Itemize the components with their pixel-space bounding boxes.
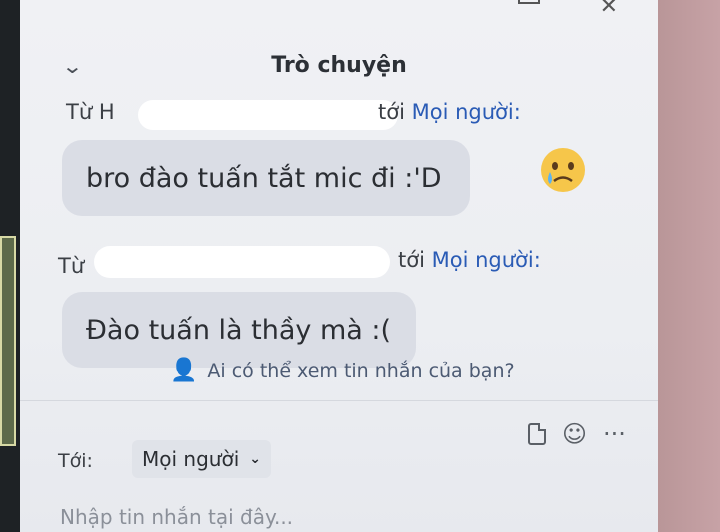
privacy-notice[interactable]: 👤 Ai có thể xem tin nhắn của bạn? — [170, 358, 515, 383]
minimize-icon[interactable] — [518, 0, 540, 4]
message-sender-line: Từ — [58, 254, 84, 278]
recipient-value: Mọi người — [142, 447, 240, 471]
chevron-down-icon: ⌄ — [249, 451, 261, 467]
message-sender-line: Từ H — [66, 100, 115, 124]
emoji-icon[interactable]: ☺ — [562, 420, 587, 448]
recipient-link[interactable]: Mọi người: — [432, 248, 541, 272]
redacted-name — [138, 100, 398, 130]
message-text: bro đào tuấn tắt mic đi :'D — [86, 162, 442, 194]
recipient-link[interactable]: Mọi người: — [412, 100, 521, 124]
composer-divider — [20, 400, 658, 401]
composer-toolbar: ☺ ··· — [528, 420, 626, 448]
to-word: tới — [398, 248, 425, 272]
more-options-icon[interactable]: ··· — [603, 420, 626, 448]
window-controls: ✕ — [518, 0, 618, 19]
message-input[interactable] — [60, 500, 580, 532]
message-recipient-line: tới Mọi người: — [378, 100, 521, 124]
video-thumbnail — [0, 236, 16, 446]
background-window-edge — [0, 0, 20, 532]
close-icon[interactable]: ✕ — [600, 0, 618, 19]
sender-prefix: Từ — [58, 254, 85, 278]
person-shield-icon: 👤 — [170, 358, 198, 383]
message-bubble: Đào tuấn là thầy mà :( — [62, 292, 416, 368]
recipient-select[interactable]: Mọi người ⌄ — [132, 440, 271, 478]
background-screen-edge — [658, 0, 720, 532]
file-icon[interactable] — [528, 423, 546, 445]
chat-title: Trò chuyện — [271, 53, 407, 78]
message-recipient-line: tới Mọi người: — [398, 248, 541, 272]
message-bubble: bro đào tuấn tắt mic đi :'D — [62, 140, 470, 216]
privacy-text: Ai có thể xem tin nhắn của bạn? — [207, 359, 515, 382]
chat-panel: ✕ ⌄ Trò chuyện Từ H tới Mọi người: bro đ… — [20, 0, 658, 532]
redacted-name — [94, 246, 390, 278]
to-label: Tới: — [58, 450, 93, 472]
crying-face-reaction-icon — [541, 148, 585, 192]
sender-prefix: Từ H — [66, 100, 115, 124]
to-word: tới — [378, 100, 405, 124]
message-text: Đào tuấn là thầy mà :( — [86, 314, 392, 346]
